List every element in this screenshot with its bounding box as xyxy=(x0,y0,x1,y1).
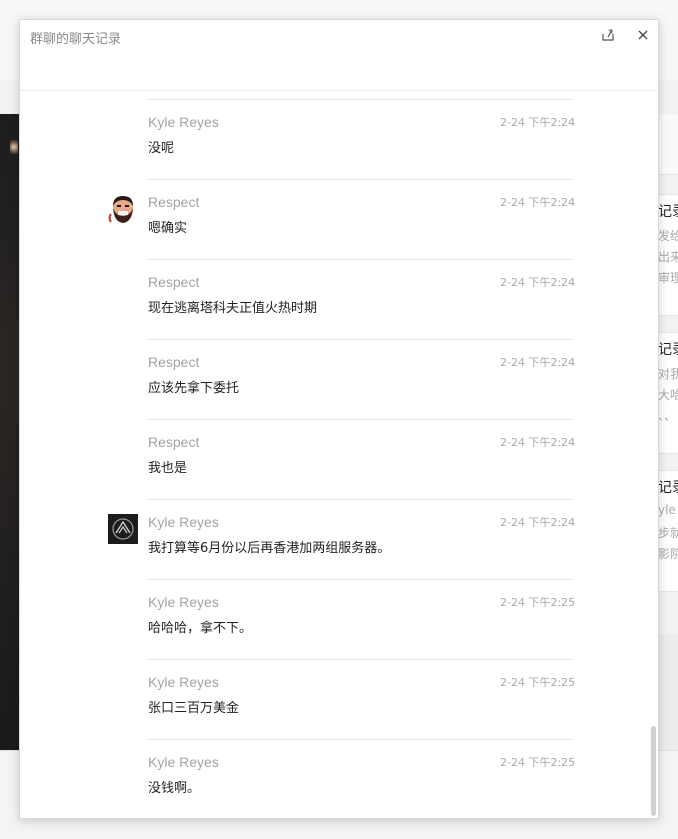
background-card-line: yle I xyxy=(658,503,678,517)
message-item: Respect 2-24 下午2:24 嗯确实 xyxy=(20,179,658,259)
sender-name: Respect xyxy=(148,274,200,290)
message-time: 2-24 下午2:25 xyxy=(500,756,576,769)
message-divider xyxy=(148,179,572,180)
sender-name: Kyle Reyes xyxy=(148,674,219,690)
message-text: 应该先拿下委托 xyxy=(148,381,240,396)
message-time: 2-24 下午2:24 xyxy=(500,116,576,129)
background-card-line: 出来 xyxy=(658,250,678,264)
share-button[interactable] xyxy=(599,26,617,44)
background-card-line: 步就 xyxy=(658,526,678,540)
background-card-line: 审理 xyxy=(658,271,678,285)
background-card-title: 记录 xyxy=(658,342,678,358)
message-divider xyxy=(148,419,572,420)
message-time: 2-24 下午2:24 xyxy=(500,196,576,209)
bearded-man-avatar-icon xyxy=(108,194,138,224)
message-divider xyxy=(148,259,572,260)
message-time: 2-24 下午2:24 xyxy=(500,436,576,449)
message-time: 2-24 下午2:25 xyxy=(500,596,576,609)
background-card-line: 发给 xyxy=(658,229,678,243)
message-text: 没钱啊。 xyxy=(148,781,201,796)
message-time: 2-24 下午2:24 xyxy=(500,276,576,289)
message-text: 我打算等6月份以后再香港加两组服务器。 xyxy=(148,541,391,556)
avatar[interactable] xyxy=(108,514,138,544)
scrollbar-track[interactable] xyxy=(650,91,656,818)
message-text: 现在逃离塔科夫正值火热时期 xyxy=(148,301,318,316)
sender-name: Respect xyxy=(148,354,200,370)
sender-name: Kyle Reyes xyxy=(148,114,219,130)
background-card-line: 对我 xyxy=(658,367,678,381)
message-divider xyxy=(148,739,572,740)
message-text: 嗯确实 xyxy=(148,221,188,236)
message-item: Kyle Reyes 2-24 下午2:24 没呢 xyxy=(20,99,658,179)
message-text: 没呢 xyxy=(148,141,175,156)
dialog-title: 群聊的聊天记录 xyxy=(30,32,122,47)
message-item: Kyle Reyes 2-24 下午2:25 哈哈哈，拿不下。 xyxy=(20,579,658,659)
sender-name: Kyle Reyes xyxy=(148,754,219,770)
message-item: Kyle Reyes 2-24 下午2:25 没钱啊。 xyxy=(20,739,658,818)
message-divider xyxy=(148,339,572,340)
message-divider xyxy=(148,499,572,500)
dark-emblem-avatar-icon xyxy=(108,514,138,544)
message-text: 哈哈哈，拿不下。 xyxy=(148,621,253,636)
chat-history-dialog: 群聊的聊天记录 Kyle Reyes 2-24 下午2:24 没呢 Respec… xyxy=(19,19,659,819)
avatar[interactable] xyxy=(108,194,138,224)
share-icon xyxy=(602,29,614,41)
message-list[interactable]: Kyle Reyes 2-24 下午2:24 没呢 Respect 2-24 下… xyxy=(20,91,658,818)
message-text: 张口三百万美金 xyxy=(148,701,240,716)
message-time: 2-24 下午2:25 xyxy=(500,676,576,689)
background-card-line: 影院 xyxy=(658,547,678,561)
message-item: Respect 2-24 下午2:24 应该先拿下委托 xyxy=(20,339,658,419)
message-divider xyxy=(148,99,572,100)
background-card-line: 、、 xyxy=(658,409,677,423)
sender-name: Respect xyxy=(148,194,200,210)
message-item: Respect 2-24 下午2:24 现在逃离塔科夫正值火热时期 xyxy=(20,259,658,339)
message-text: 我也是 xyxy=(148,461,188,476)
message-item: Respect 2-24 下午2:24 我也是 xyxy=(20,419,658,499)
dialog-header: 群聊的聊天记录 xyxy=(20,20,658,91)
close-icon xyxy=(638,30,648,40)
sender-name: Respect xyxy=(148,434,200,450)
message-divider xyxy=(148,659,572,660)
background-card-title: 记录 xyxy=(658,480,678,496)
close-button[interactable] xyxy=(634,26,652,44)
sender-name: Kyle Reyes xyxy=(148,514,219,530)
scrollbar-thumb[interactable] xyxy=(651,726,656,816)
message-divider xyxy=(148,579,572,580)
message-time: 2-24 下午2:24 xyxy=(500,516,576,529)
message-time: 2-24 下午2:24 xyxy=(500,356,576,369)
message-item: Kyle Reyes 2-24 下午2:24 我打算等6月份以后再香港加两组服务… xyxy=(20,499,658,579)
background-card-title: 记录 xyxy=(658,204,678,220)
background-media-thumbnail xyxy=(10,140,18,154)
message-item: Kyle Reyes 2-24 下午2:25 张口三百万美金 xyxy=(20,659,658,739)
background-card-line: 大哈 xyxy=(658,388,678,402)
sender-name: Kyle Reyes xyxy=(148,594,219,610)
